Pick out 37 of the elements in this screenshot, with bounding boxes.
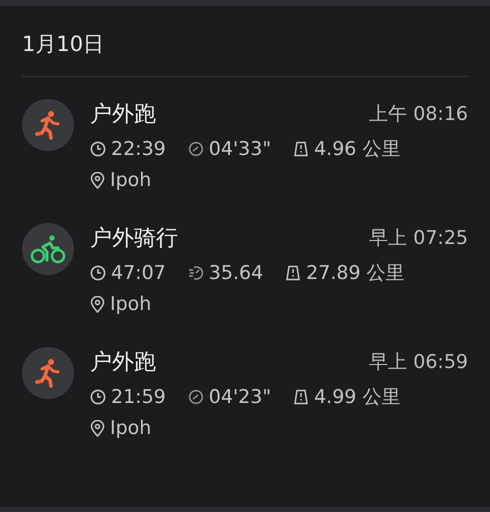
speedometer-icon [188, 141, 204, 157]
road-icon [285, 265, 302, 281]
location-text: Ipoh [110, 293, 152, 315]
speedometer-icon [188, 389, 204, 405]
location-pin-icon [90, 420, 105, 436]
location-pin-icon [90, 296, 105, 312]
distance-value: 27.89 公里 [306, 261, 405, 286]
activity-avatar[interactable] [22, 99, 74, 151]
duration-value: 22:39 [111, 138, 166, 160]
speedometer-icon [188, 265, 204, 281]
runner-icon [34, 110, 62, 140]
clock-icon [90, 389, 106, 405]
speed-value: 35.64 [208, 262, 264, 284]
activity-title: 户外跑 [90, 349, 156, 377]
location-text: Ipoh [110, 417, 152, 439]
distance-value: 4.99 公里 [314, 385, 400, 410]
activity-time: 早上 06:59 [369, 350, 468, 375]
activity-avatar[interactable] [22, 223, 74, 275]
speed-value: 04'23" [208, 386, 272, 408]
distance-value: 4.96 公里 [314, 137, 400, 162]
location-pin-icon [90, 172, 105, 188]
activity-time: 上午 08:16 [369, 102, 468, 127]
activity-title: 户外跑 [90, 101, 156, 129]
duration-value: 47:07 [111, 262, 166, 284]
road-icon [293, 389, 310, 405]
clock-icon [90, 265, 106, 281]
date-header: 1月10日 [22, 30, 468, 77]
location-text: Ipoh [110, 169, 152, 191]
speed-value: 04'33" [208, 138, 272, 160]
duration-value: 21:59 [111, 386, 166, 408]
activity-avatar[interactable] [22, 347, 74, 399]
clock-icon [90, 141, 106, 157]
activity-title: 户外骑行 [90, 225, 178, 253]
runner-icon [34, 358, 62, 388]
road-icon [293, 141, 310, 157]
activity-time: 早上 07:25 [369, 226, 468, 251]
cyclist-icon [30, 234, 66, 264]
